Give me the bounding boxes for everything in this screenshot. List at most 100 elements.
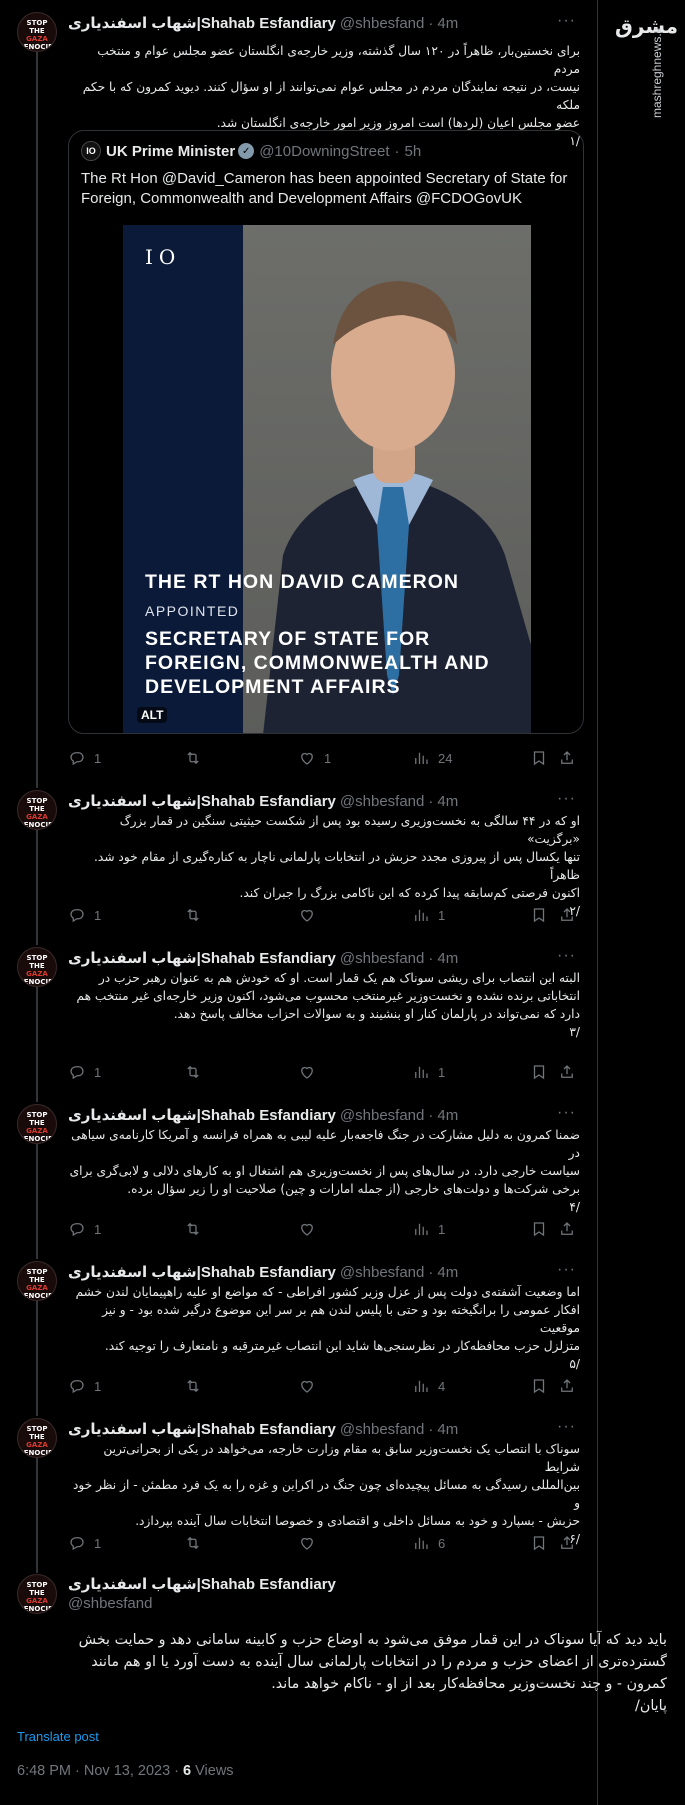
retweet-button[interactable] (184, 905, 210, 925)
brand-logo: مشرق (615, 14, 679, 38)
post-timestamp[interactable]: 6:48 PM · Nov 13, 2023 · (17, 1763, 179, 1779)
author-handle[interactable]: @shbesfand (340, 1421, 424, 1438)
quoted-avatar[interactable]: IO (81, 141, 101, 161)
bookmark-button[interactable] (530, 748, 548, 768)
share-button[interactable] (558, 1219, 576, 1239)
views-button[interactable]: 24 (412, 748, 452, 768)
reply-button[interactable]: 1 (68, 1062, 101, 1082)
quoted-time[interactable]: 5h (405, 143, 422, 160)
more-icon[interactable]: ··· (557, 1104, 576, 1122)
tweet-time[interactable]: 4m (437, 793, 458, 810)
views-count: 1 (438, 1064, 446, 1080)
retweet-button[interactable] (184, 748, 210, 768)
retweet-icon (187, 1536, 199, 1550)
bookmark-icon (533, 1379, 545, 1394)
avatar[interactable]: STOP THE GAZA GENOCIDE (17, 12, 57, 52)
bookmark-button[interactable] (530, 1219, 548, 1239)
more-icon[interactable]: ··· (557, 1261, 576, 1279)
reply-button[interactable]: 1 (68, 748, 101, 768)
tweet-header: شهاب اسفندیاری|Shahab Esfandiary @shbesfa… (68, 1104, 576, 1126)
tweet-actions: 11 (68, 905, 576, 925)
avatar[interactable]: STOP THE GAZA GENOCIDE (17, 1261, 57, 1301)
share-button[interactable] (558, 1533, 576, 1553)
views-button[interactable]: 1 (412, 905, 445, 925)
time-dot: · (428, 1106, 434, 1124)
like-button[interactable] (298, 1219, 324, 1239)
like-button[interactable] (298, 905, 324, 925)
tweet-time[interactable]: 4m (437, 15, 458, 32)
like-button[interactable] (298, 1376, 324, 1396)
more-icon[interactable]: ··· (557, 1418, 576, 1436)
like-icon (301, 752, 313, 765)
time-dot: · (428, 1263, 434, 1281)
share-button[interactable] (558, 1376, 576, 1396)
like-button[interactable]: 1 (298, 748, 331, 768)
tweet-time[interactable]: 4m (437, 950, 458, 967)
avatar[interactable]: STOP THE GAZA GENOCIDE (17, 790, 57, 830)
bookmark-button[interactable] (530, 905, 548, 925)
author-handle[interactable]: @shbesfand (340, 793, 424, 810)
more-icon[interactable]: ··· (557, 790, 576, 808)
more-icon[interactable]: ··· (557, 12, 576, 30)
views-button[interactable]: 6 (412, 1533, 445, 1553)
quoted-author-handle[interactable]: @10DowningStreet (259, 143, 389, 160)
final-tweet-text: باید دید که آیا سوناک در این قمار موفق م… (78, 1632, 667, 1714)
share-button[interactable] (558, 905, 576, 925)
tweet-time[interactable]: 4m (437, 1107, 458, 1124)
retweet-button[interactable] (184, 1533, 210, 1553)
avatar-text: STOP THE GAZA GENOCIDE (18, 1425, 57, 1457)
retweet-button[interactable] (184, 1219, 210, 1239)
author-name[interactable]: شهاب اسفندیاری|Shahab Esfandiary (68, 792, 336, 810)
bookmark-button[interactable] (530, 1376, 548, 1396)
views-icon (415, 752, 428, 764)
reply-button[interactable]: 1 (68, 1533, 101, 1553)
quoted-media-image[interactable]: IO THE RT HON DAVID CAMERON APPOINTED SE… (123, 225, 531, 733)
image-subheadline: APPOINTED (145, 603, 240, 619)
reply-button[interactable]: 1 (68, 905, 101, 925)
post-meta: 6:48 PM · Nov 13, 2023 · 6 Views (17, 1763, 234, 1779)
tweet-time[interactable]: 4m (437, 1264, 458, 1281)
reply-button[interactable]: 1 (68, 1219, 101, 1239)
translate-post-link[interactable]: Translate post (17, 1729, 99, 1744)
author-handle[interactable]: @shbesfand (340, 1264, 424, 1281)
retweet-icon (187, 1065, 199, 1079)
reply-count: 1 (94, 1221, 102, 1237)
share-button[interactable] (558, 748, 576, 768)
avatar[interactable]: STOP THE GAZA GENOCIDE (17, 1574, 57, 1614)
avatar-text: STOP THE GAZA GENOCIDE (18, 19, 57, 51)
reply-button[interactable]: 1 (68, 1376, 101, 1396)
author-name[interactable]: شهاب اسفندیاری|Shahab Esfandiary (68, 1420, 336, 1438)
author-handle[interactable]: @shbesfand (68, 1595, 336, 1612)
author-handle[interactable]: @shbesfand (340, 950, 424, 967)
share-button[interactable] (558, 1062, 576, 1082)
bookmark-button[interactable] (530, 1062, 548, 1082)
tweet-header: شهاب اسفندیاری|Shahab Esfandiary @shbesfa… (68, 12, 576, 34)
side-panel (598, 0, 685, 1805)
quoted-tweet-header: IO UK Prime Minister ✓ @10DowningStreet … (81, 141, 421, 161)
author-name[interactable]: شهاب اسفندیاری|Shahab Esfandiary (68, 949, 336, 967)
quoted-author-name[interactable]: UK Prime Minister (106, 143, 235, 160)
author-name[interactable]: شهاب اسفندیاری|Shahab Esfandiary (68, 1106, 336, 1124)
author-name[interactable]: شهاب اسفندیاری|Shahab Esfandiary (68, 14, 336, 32)
author-handle[interactable]: @shbesfand (340, 1107, 424, 1124)
retweet-button[interactable] (184, 1062, 210, 1082)
quoted-tweet[interactable]: IO UK Prime Minister ✓ @10DowningStreet … (68, 130, 584, 734)
avatar[interactable]: STOP THE GAZA GENOCIDE (17, 1104, 57, 1144)
like-button[interactable] (298, 1533, 324, 1553)
avatar-text: STOP THE GAZA GENOCIDE (18, 1111, 57, 1143)
views-button[interactable]: 4 (412, 1376, 445, 1396)
alt-badge[interactable]: ALT (137, 707, 168, 723)
time-dot: · (428, 1420, 434, 1438)
views-button[interactable]: 1 (412, 1062, 445, 1082)
like-button[interactable] (298, 1062, 324, 1082)
more-icon[interactable]: ··· (557, 947, 576, 965)
bookmark-button[interactable] (530, 1533, 548, 1553)
views-button[interactable]: 1 (412, 1219, 445, 1239)
author-handle[interactable]: @shbesfand (340, 15, 424, 32)
avatar[interactable]: STOP THE GAZA GENOCIDE (17, 1418, 57, 1458)
tweet-time[interactable]: 4m (437, 1421, 458, 1438)
avatar[interactable]: STOP THE GAZA GENOCIDE (17, 947, 57, 987)
retweet-button[interactable] (184, 1376, 210, 1396)
author-name[interactable]: شهاب اسفندیاری|Shahab Esfandiary (68, 1576, 336, 1593)
author-name[interactable]: شهاب اسفندیاری|Shahab Esfandiary (68, 1263, 336, 1281)
